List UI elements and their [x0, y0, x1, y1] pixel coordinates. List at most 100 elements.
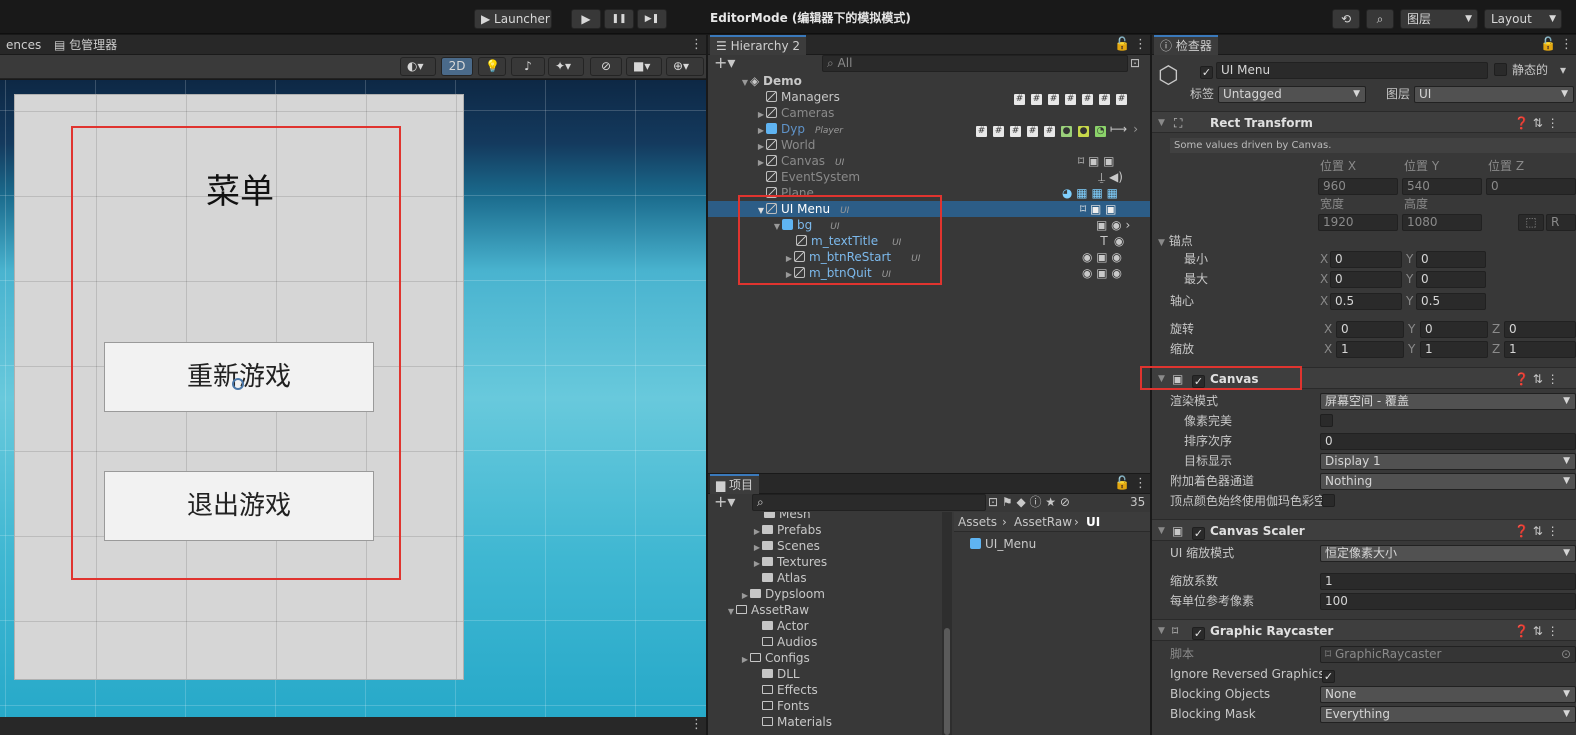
anchor-max-x-input[interactable]: 0 [1330, 271, 1402, 288]
2d-toggle-button[interactable]: 2D [441, 57, 473, 76]
folder-item[interactable]: Audios [752, 634, 817, 650]
pivot-y-input[interactable]: 0.5 [1416, 293, 1486, 310]
folder-item[interactable]: ▶ Prefabs [752, 522, 822, 538]
folder-item[interactable]: ▶ Configs [740, 650, 810, 666]
camera-icon[interactable]: ■▾ [626, 57, 662, 76]
component-settings-icons[interactable]: ❓ ⇅ ⋮ [1514, 623, 1559, 639]
tag-dropdown[interactable]: Untagged ▼ [1218, 86, 1366, 103]
kebab-menu-icon[interactable]: ⋮ [1560, 35, 1573, 55]
play-button[interactable]: ▶ [571, 9, 601, 29]
audio-icon[interactable]: ♪ [511, 57, 545, 76]
active-checkbox[interactable]: ✓ [1200, 62, 1213, 79]
folder-item[interactable]: Mesh [764, 512, 811, 522]
anchor-min-x-input[interactable]: 0 [1330, 251, 1402, 268]
folder-item[interactable]: Atlas [752, 570, 807, 586]
pos-x-input[interactable]: 960 [1318, 178, 1398, 195]
reference-ppu-input[interactable]: 100 [1320, 593, 1576, 610]
scale-x-input[interactable]: 1 [1336, 341, 1404, 358]
hierarchy-item-eventsystem[interactable]: EventSystem [766, 169, 860, 185]
kebab-menu-icon[interactable]: ⋮ [1134, 35, 1147, 55]
static-checkbox[interactable] [1494, 62, 1507, 78]
component-enabled-checkbox[interactable]: ✓ [1192, 623, 1205, 640]
folder-item[interactable]: Effects [752, 682, 818, 698]
effects-icon[interactable]: ✦▾ [548, 57, 584, 76]
ignore-reversed-checkbox[interactable]: ✓ [1322, 666, 1335, 683]
blocking-objects-dropdown[interactable]: None ▼ [1320, 686, 1576, 703]
static-dropdown-icon[interactable]: ▾ [1560, 62, 1566, 78]
graphic-raycaster-header[interactable]: ▼ ⌑ ✓ Graphic Raycaster ❓ ⇅ ⋮ [1152, 619, 1576, 641]
component-settings-icons[interactable]: ❓ ⇅ ⋮ [1514, 523, 1559, 539]
lock-icon[interactable]: 🔓 [1114, 35, 1130, 55]
pixel-perfect-checkbox[interactable] [1320, 413, 1333, 429]
tree-scrollbar[interactable] [942, 512, 952, 735]
breadcrumb-assetraw[interactable]: AssetRaw [1014, 514, 1072, 530]
render-mode-dropdown[interactable]: 屏幕空间 - 覆盖 ▼ [1320, 393, 1576, 410]
kebab-menu-icon[interactable]: ⋮ [1134, 474, 1147, 494]
breadcrumb-assets[interactable]: Assets [958, 514, 997, 530]
asset-item-ui-menu[interactable]: UI_Menu [970, 536, 1036, 552]
folder-item[interactable]: ▶ Dypsloom [740, 586, 825, 602]
history-icon[interactable]: ⟲ [1332, 9, 1360, 29]
tab-package-manager[interactable]: ▤ 包管理器 [48, 35, 123, 55]
component-settings-icons[interactable]: ❓ ⇅ ⋮ [1514, 115, 1559, 131]
pivot-x-input[interactable]: 0.5 [1330, 293, 1402, 310]
component-settings-icons[interactable]: ❓ ⇅ ⋮ [1514, 371, 1559, 387]
search-options-icon[interactable]: ⊡ [1130, 55, 1140, 71]
shader-channels-dropdown[interactable]: Nothing ▼ [1320, 473, 1576, 490]
pause-button[interactable]: ❚❚ [604, 9, 634, 29]
lock-icon[interactable]: 🔓 [1540, 35, 1556, 55]
rotation-z-input[interactable]: 0 [1504, 321, 1576, 338]
hierarchy-item-world[interactable]: ▶ World [756, 137, 815, 153]
rect-transform-header[interactable]: ▼ ⛶ Rect Transform ❓ ⇅ ⋮ [1152, 111, 1576, 133]
gizmos-icon[interactable]: ⊕▾ [666, 57, 704, 76]
scene-viewport[interactable]: 菜单 重新游戏 退出游戏 [0, 80, 706, 717]
launcher-button[interactable]: ▶ Launcher [474, 9, 552, 29]
folder-item[interactable]: Fonts [752, 698, 809, 714]
anchors-foldout[interactable]: ▼ 锚点 [1158, 233, 1193, 251]
lighting-icon[interactable]: 💡 [478, 57, 506, 76]
anchor-max-y-input[interactable]: 0 [1416, 271, 1486, 288]
folder-item[interactable]: Materials [752, 714, 832, 730]
step-button[interactable]: ▶❚ [637, 9, 667, 29]
blueprint-mode-button[interactable]: ⬚ [1518, 214, 1544, 231]
target-display-dropdown[interactable]: Display 1 ▼ [1320, 453, 1576, 470]
component-enabled-checkbox[interactable]: ✓ [1192, 523, 1205, 540]
rotation-y-input[interactable]: 0 [1420, 321, 1488, 338]
blocking-mask-dropdown[interactable]: Everything ▼ [1320, 706, 1576, 723]
scrollbar-thumb[interactable] [944, 628, 950, 735]
add-object-button[interactable]: +▾ [714, 55, 735, 71]
layout-dropdown[interactable]: Layout ▼ [1484, 9, 1562, 29]
hierarchy-item-demo[interactable]: ▼ ◈ Demo [740, 73, 802, 89]
visibility-icon[interactable]: ⊘ [590, 57, 622, 76]
ui-scale-mode-dropdown[interactable]: 恒定像素大小 ▼ [1320, 545, 1576, 562]
shading-mode-icon[interactable]: ◐▾ [400, 57, 436, 76]
canvas-scaler-header[interactable]: ▼ ▣ ✓ Canvas Scaler ❓ ⇅ ⋮ [1152, 519, 1576, 541]
scale-factor-input[interactable]: 1 [1320, 573, 1576, 590]
folder-item[interactable]: ▼ AssetRaw [726, 602, 809, 618]
height-input[interactable]: 1080 [1402, 214, 1482, 231]
hierarchy-item-dyp[interactable]: ▶ Dyp Player [756, 121, 843, 137]
hierarchy-item-cameras[interactable]: ▶ Cameras [756, 105, 834, 121]
lock-icon[interactable]: 🔓 [1114, 474, 1130, 494]
layers-dropdown[interactable]: 图层 ▼ [1400, 9, 1478, 29]
raw-edit-button[interactable]: R [1546, 214, 1576, 231]
anchor-min-y-input[interactable]: 0 [1416, 251, 1486, 268]
hierarchy-item-managers[interactable]: Managers [766, 89, 840, 105]
pos-y-input[interactable]: 540 [1402, 178, 1482, 195]
hierarchy-item-canvas[interactable]: ▶ Canvas UI [756, 153, 844, 169]
tab-inspector[interactable]: ⓘ 检查器 [1154, 35, 1218, 55]
sort-order-input[interactable]: 0 [1320, 433, 1576, 450]
tab-hierarchy[interactable]: ☰ Hierarchy 2 [710, 35, 807, 55]
project-search-input[interactable]: ⌕ [752, 494, 986, 511]
scale-y-input[interactable]: 1 [1420, 341, 1488, 358]
rotation-x-input[interactable]: 0 [1336, 321, 1404, 338]
breadcrumb-ui[interactable]: UI [1086, 514, 1100, 530]
scale-z-input[interactable]: 1 [1504, 341, 1576, 358]
pos-z-input[interactable]: 0 [1486, 178, 1576, 195]
folder-item[interactable]: ▶ Textures [752, 554, 827, 570]
folder-item[interactable]: ▶ Scenes [752, 538, 820, 554]
tab-project[interactable]: ▆ 项目 [710, 474, 760, 494]
vertex-gamma-checkbox[interactable] [1322, 493, 1335, 509]
object-name-input[interactable]: UI Menu [1216, 62, 1488, 79]
create-asset-button[interactable]: +▾ [714, 494, 735, 510]
